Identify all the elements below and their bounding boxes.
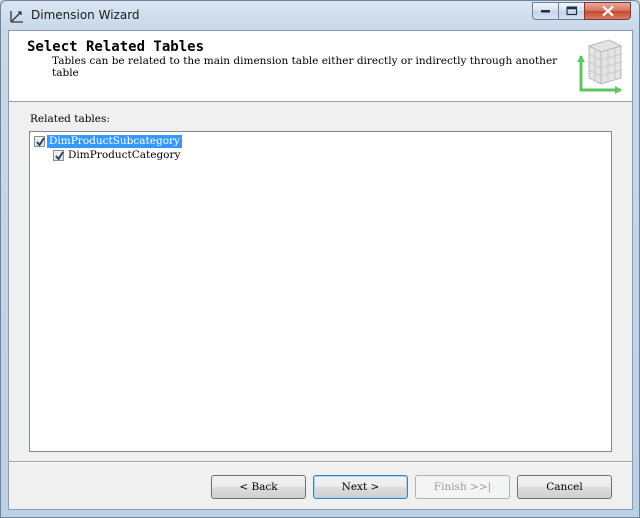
wizard-client-area: Select Related Tables Tables can be rela… [8, 30, 633, 510]
checkmark-icon [55, 151, 64, 161]
cancel-button[interactable]: Cancel [517, 475, 612, 499]
maximize-button[interactable] [558, 2, 585, 20]
tree-node-label[interactable]: DimProductCategory [66, 149, 182, 162]
wizard-header: Select Related Tables Tables can be rela… [9, 31, 632, 102]
finish-button[interactable]: Finish >>| [415, 475, 510, 499]
window-title: Dimension Wizard [31, 8, 140, 22]
tree-node-dimproductsubcategory[interactable]: DimProductSubcategory [34, 134, 182, 148]
page-description: Tables can be related to the main dimens… [52, 55, 558, 79]
footer-separator [9, 461, 632, 463]
page-title: Select Related Tables [27, 39, 205, 55]
dimension-cube-icon [575, 38, 627, 96]
tree-node-dimproductcategory[interactable]: DimProductCategory [53, 148, 182, 162]
next-button[interactable]: Next > [313, 475, 408, 499]
title-bar[interactable]: Dimension Wizard [1, 1, 639, 30]
dimproductcategory-checkbox[interactable] [53, 149, 64, 161]
minimize-icon [540, 10, 550, 13]
dimension-wizard-window: Dimension Wizard Select Related Tables T… [0, 0, 640, 518]
related-tables-label: Related tables: [30, 113, 110, 125]
minimize-button[interactable] [532, 2, 559, 20]
checkmark-icon [36, 137, 45, 147]
related-tables-tree[interactable]: DimProductSubcategory DimProductCategory [29, 131, 612, 452]
close-icon [601, 5, 614, 17]
dimproductsubcategory-checkbox[interactable] [34, 135, 45, 147]
wizard-app-icon [9, 8, 25, 24]
close-window-button[interactable] [584, 2, 631, 20]
back-button[interactable]: < Back [211, 475, 306, 499]
tree-node-label[interactable]: DimProductSubcategory [47, 134, 182, 148]
maximize-icon [566, 6, 577, 16]
